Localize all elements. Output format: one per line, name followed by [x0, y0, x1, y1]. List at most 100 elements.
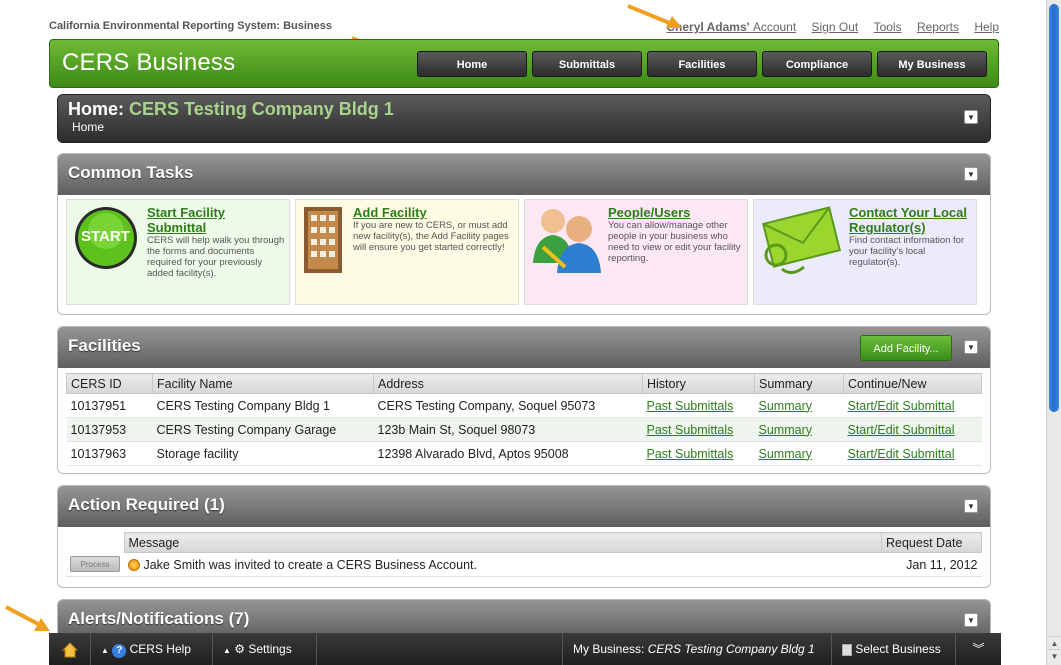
home-icon[interactable]	[49, 633, 91, 665]
facilities-header: Facilities Add Facility... ▼	[58, 327, 990, 368]
nav-facilities[interactable]: Facilities	[647, 51, 757, 77]
task-desc-contact: Find contact information for your facili…	[849, 235, 965, 268]
home-panel: Home: CERS Testing Company Bldg 1 Home ▼	[57, 94, 991, 143]
settings-button[interactable]: ▲ ⚙ Settings	[213, 633, 317, 665]
action-required-header: Action Required (1) ▼	[58, 486, 990, 527]
start-edit-submittal-link[interactable]: Start/Edit Submittal	[848, 447, 955, 461]
task-title-start-facility[interactable]: Start Facility Submittal	[147, 205, 225, 235]
facilities-table: CERS ID Facility Name Address History Su…	[66, 373, 982, 466]
add-facility-button[interactable]: Add Facility...	[860, 335, 952, 361]
action-message: Jake Smith was invited to create a CERS …	[143, 557, 477, 572]
cell-facility-name: CERS Testing Company Garage	[152, 417, 374, 442]
common-tasks-title: Common Tasks	[68, 163, 194, 182]
col-history: History	[642, 373, 755, 394]
facilities-table-header: CERS ID Facility Name Address History Su…	[66, 373, 982, 394]
action-required-table: Message Request Date Process Jake Smith …	[66, 532, 982, 577]
summary-link[interactable]: Summary	[759, 423, 812, 437]
collapse-toolbar-icon[interactable]: ︾	[956, 633, 1001, 665]
task-title-add-facility[interactable]: Add Facility	[353, 205, 427, 220]
tools-link[interactable]: Tools	[874, 20, 902, 34]
task-title-line1: Start Facility	[147, 205, 226, 220]
annotation-arrow-account-icon	[627, 4, 682, 28]
caret-up-icon: ▲	[101, 646, 109, 655]
cell-cers-id: 10137951	[66, 393, 153, 418]
task-contact-regulator[interactable]: Contact Your Local Regulator(s) Find con…	[753, 199, 977, 305]
past-submittals-link[interactable]: Past Submittals	[647, 423, 734, 437]
nav-compliance[interactable]: Compliance	[762, 51, 872, 77]
page-title: Home: CERS Testing Company Bldg 1	[68, 99, 394, 120]
my-business-display: My Business: CERS Testing Company Bldg 1	[562, 633, 832, 665]
task-add-facility[interactable]: Add Facility If you are new to CERS, or …	[295, 199, 519, 305]
collapse-action-icon[interactable]: ▼	[964, 499, 978, 513]
scroll-up-icon[interactable]: ▲	[1047, 636, 1061, 649]
col-cers-id: CERS ID	[66, 373, 153, 394]
select-business-button[interactable]: Select Business	[832, 633, 956, 665]
col-facility-name: Facility Name	[152, 373, 374, 394]
collapse-tasks-icon[interactable]: ▼	[964, 167, 978, 181]
cell-cers-id: 10137963	[66, 441, 153, 466]
account-label: Account	[752, 20, 797, 34]
col-message: Message	[123, 532, 882, 553]
task-title-contact[interactable]: Contact Your Local Regulator(s)	[849, 205, 967, 235]
past-submittals-link[interactable]: Past Submittals	[647, 399, 734, 413]
account-link[interactable]: Cheryl Adams' Account	[666, 20, 796, 34]
table-row: Process Jake Smith was invited to create…	[66, 552, 982, 577]
select-business-label: Select Business	[855, 642, 941, 656]
col-address: Address	[373, 373, 643, 394]
cell-facility-name: Storage facility	[152, 441, 374, 466]
task-start-submittal[interactable]: START Start Facility Submittal CERS will…	[66, 199, 290, 305]
alerts-title: Alerts/Notifications (7)	[68, 609, 250, 628]
facilities-panel: Facilities Add Facility... ▼ CERS ID Fac…	[57, 326, 991, 474]
nav-submittals[interactable]: Submittals	[532, 51, 642, 77]
action-required-title: Action Required (1)	[68, 495, 225, 514]
start-edit-submittal-link[interactable]: Start/Edit Submittal	[848, 399, 955, 413]
help-link[interactable]: Help	[974, 20, 999, 34]
my-business-value: CERS Testing Company Bldg 1	[647, 642, 815, 656]
facilities-title: Facilities	[68, 336, 141, 355]
start-edit-submittal-link[interactable]: Start/Edit Submittal	[848, 423, 955, 437]
nav-home[interactable]: Home	[417, 51, 527, 77]
collapse-facilities-icon[interactable]: ▼	[964, 340, 978, 354]
table-row: 10137953 CERS Testing Company Garage 123…	[66, 417, 982, 442]
cers-help-label: CERS Help	[129, 642, 191, 656]
nav-my-business[interactable]: My Business	[877, 51, 987, 77]
summary-link[interactable]: Summary	[759, 447, 812, 461]
past-submittals-link[interactable]: Past Submittals	[647, 447, 734, 461]
cers-help-button[interactable]: ▲ ? CERS Help	[91, 633, 213, 665]
vertical-scrollbar[interactable]: ▲ ▼	[1046, 0, 1061, 665]
my-business-label: My Business:	[573, 642, 645, 656]
common-tasks-header: Common Tasks ▼	[58, 154, 990, 195]
action-table-header: Message Request Date	[66, 532, 982, 553]
document-icon	[842, 643, 852, 656]
app-logo[interactable]: CERS Business	[62, 49, 235, 77]
breadcrumb[interactable]: Home	[72, 120, 104, 134]
task-desc-add: If you are new to CERS, or must add new …	[353, 220, 509, 253]
task-title-contact-line1: Contact Your Local	[849, 205, 967, 220]
col-continue-new: Continue/New	[843, 373, 982, 394]
building-icon	[304, 207, 342, 273]
cell-address: 123b Main St, Soquel 98073	[373, 417, 643, 442]
cell-cers-id: 10137953	[66, 417, 153, 442]
bottom-toolbar: ▲ ? CERS Help ▲ ⚙ Settings My Business: …	[49, 633, 1001, 665]
task-title-line2: Submittal	[147, 220, 207, 235]
system-title: California Environmental Reporting Syste…	[49, 20, 333, 32]
collapse-home-icon[interactable]: ▼	[964, 110, 978, 124]
summary-link[interactable]: Summary	[759, 399, 812, 413]
col-summary: Summary	[754, 373, 844, 394]
annotation-arrow-bottom-icon	[5, 605, 50, 631]
action-request-date: Jan 11, 2012	[881, 552, 982, 577]
task-people-users[interactable]: People/Users You can allow/manage other …	[524, 199, 748, 305]
sign-out-link[interactable]: Sign Out	[812, 20, 859, 34]
process-button[interactable]: Process	[70, 556, 120, 573]
reports-link[interactable]: Reports	[917, 20, 959, 34]
house-icon	[61, 642, 78, 658]
task-desc-start: CERS will help walk you through the form…	[147, 235, 285, 279]
scroll-down-icon[interactable]: ▼	[1047, 649, 1061, 662]
header-bar: CERS Business Home Submittals Facilities…	[49, 39, 999, 88]
task-title-contact-line2: Regulator(s)	[849, 220, 926, 235]
task-title-people-users[interactable]: People/Users	[608, 205, 690, 220]
collapse-alerts-icon[interactable]: ▼	[964, 613, 978, 627]
cell-facility-name: CERS Testing Company Bldg 1	[152, 393, 374, 418]
col-action-blank	[66, 532, 124, 553]
scrollbar-thumb[interactable]	[1049, 4, 1059, 412]
